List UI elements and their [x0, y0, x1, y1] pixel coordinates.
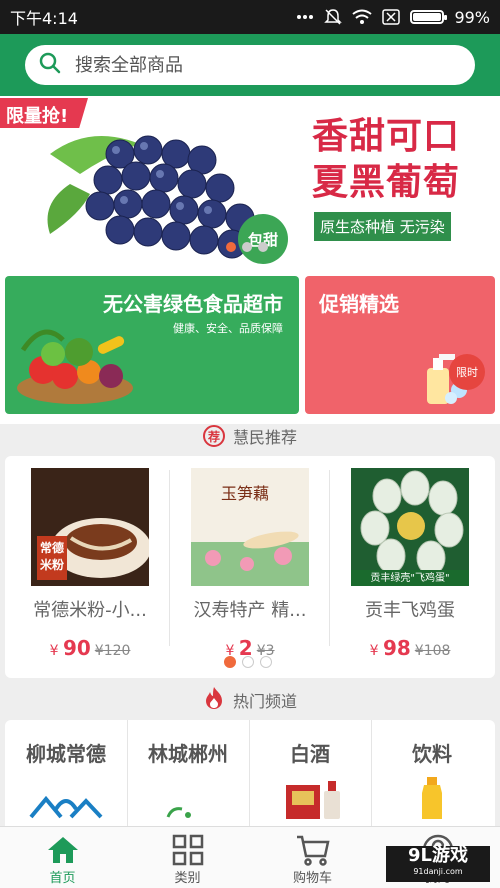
product-card[interactable]: 常德 米粉 常德米粉-小... ¥ 90 ¥120: [15, 468, 165, 660]
battery-percent: 99%: [454, 7, 490, 27]
building-icon: [29, 795, 103, 819]
tab-home[interactable]: 首页: [0, 833, 125, 886]
channel-item[interactable]: 柳城常德: [5, 720, 127, 826]
recommend-heading-text: 慧民推荐: [232, 428, 297, 447]
flame-icon: [203, 686, 225, 714]
channel-label: 白酒: [290, 742, 330, 766]
tab-label: 购物车: [292, 871, 332, 886]
banner-subtitle: 原生态种植 无污染: [314, 212, 451, 241]
sweet-bubble: 包甜: [238, 214, 288, 264]
promo-row: 无公害绿色食品超市 健康、安全、品质保障 促销精选 限时: [0, 266, 500, 424]
green-food-title: 无公害绿色食品超市: [103, 292, 283, 316]
recommend-carousel[interactable]: 常德 米粉 常德米粉-小... ¥ 90 ¥120 玉笋藕 汉寿特产 精... ¥…: [5, 456, 495, 678]
channel-label: 柳城常德: [26, 742, 106, 766]
drink-bottle-icon: [422, 777, 442, 819]
status-bar: 下午4:14 99%: [0, 0, 500, 34]
limited-time-tag: 限时: [449, 354, 485, 390]
product-image-label: 贡丰绿壳"飞鸡蛋": [370, 573, 450, 584]
tab-category[interactable]: 类别: [125, 833, 250, 886]
channels-heading-text: 热门频道: [232, 692, 297, 711]
grid-icon: [125, 833, 250, 867]
price-value: 98: [382, 636, 411, 660]
tab-label: 类别: [174, 871, 201, 886]
green-food-card[interactable]: 无公害绿色食品超市 健康、安全、品质保障: [5, 276, 299, 414]
product-image: 常德 米粉: [31, 468, 149, 586]
channels-heading: 热门频道: [0, 680, 500, 720]
product-card[interactable]: 贡丰绿壳"飞鸡蛋" 贡丰飞鸡蛋 ¥ 98 ¥108: [335, 468, 485, 660]
cart-icon: [250, 833, 375, 867]
carousel-dot[interactable]: [260, 656, 272, 668]
channel-label: 林城郴州: [148, 742, 228, 766]
banner-title-line2: 夏黑葡萄: [312, 162, 461, 203]
product-name: 常德米粉-小...: [33, 600, 147, 621]
product-image-label: 常德 米粉: [39, 541, 64, 572]
product-image-label: 玉笋藕: [221, 484, 270, 503]
mute-bell-icon: [324, 8, 343, 26]
channel-item[interactable]: 林城郴州: [127, 720, 249, 826]
product-image: 玉笋藕: [191, 468, 309, 586]
product-name: 汉寿特产 精...: [193, 600, 307, 621]
sim-off-icon: [382, 9, 401, 25]
search-icon[interactable]: [39, 52, 61, 78]
product-name: 贡丰飞鸡蛋: [365, 600, 455, 621]
home-icon: [0, 833, 125, 867]
leaf-icon: [166, 807, 191, 818]
old-price: ¥120: [94, 643, 131, 659]
product-price: ¥ 98 ¥108: [369, 636, 451, 660]
old-price: ¥108: [414, 643, 451, 659]
recommend-heading: 荐 慧民推荐: [0, 416, 500, 456]
banner-title-line1: 香甜可口: [312, 116, 461, 157]
channel-item[interactable]: 饮料: [371, 720, 493, 826]
header: [0, 34, 500, 96]
product-price: ¥ 90 ¥120: [49, 636, 131, 660]
carousel-dot[interactable]: [224, 656, 236, 668]
tab-cart[interactable]: 购物车: [250, 833, 375, 886]
vegetables-image: [17, 329, 133, 404]
promo-banner[interactable]: 限量抢! 包甜 香甜可口 夏黑葡萄 原生态种植 无污染: [0, 96, 500, 266]
banner-pagination[interactable]: [226, 242, 268, 252]
carousel-pagination[interactable]: [224, 656, 272, 668]
channel-item[interactable]: 白酒: [249, 720, 371, 826]
watermark-brand: 9L游戏: [408, 845, 468, 866]
site-watermark: 9L游戏 91danji.com: [386, 846, 490, 882]
banner-dot[interactable]: [242, 242, 252, 252]
product-image: 贡丰绿壳"飞鸡蛋": [351, 468, 469, 586]
wifi-icon: [352, 9, 373, 25]
card-divider: [329, 470, 330, 646]
recommend-icon: 荐: [202, 425, 225, 447]
sale-title: 促销精选: [319, 292, 399, 316]
banner-dot[interactable]: [258, 242, 268, 252]
search-bar[interactable]: [25, 45, 475, 85]
tab-label: 首页: [49, 871, 76, 886]
battery-icon: [410, 10, 448, 24]
price-value: 90: [62, 636, 91, 660]
green-food-subtitle: 健康、安全、品质保障: [173, 322, 283, 335]
watermark-site: 91danji.com: [413, 867, 463, 876]
liquor-icon: [286, 781, 340, 819]
banner-dot[interactable]: [226, 242, 236, 252]
status-time: 下午4:14: [10, 9, 78, 28]
status-icons: 99%: [296, 8, 490, 27]
sale-card[interactable]: 促销精选 限时: [305, 276, 495, 414]
carousel-dot[interactable]: [242, 656, 254, 668]
hot-channels: 柳城常德 林城郴州 白酒 饮料: [5, 720, 495, 826]
channel-label: 饮料: [412, 742, 452, 766]
dots-icon: [296, 14, 314, 20]
product-card[interactable]: 玉笋藕 汉寿特产 精... ¥ 2 ¥3: [175, 468, 325, 660]
search-input[interactable]: [75, 54, 461, 76]
card-divider: [169, 470, 170, 646]
banner-title: 香甜可口 夏黑葡萄: [312, 114, 492, 206]
